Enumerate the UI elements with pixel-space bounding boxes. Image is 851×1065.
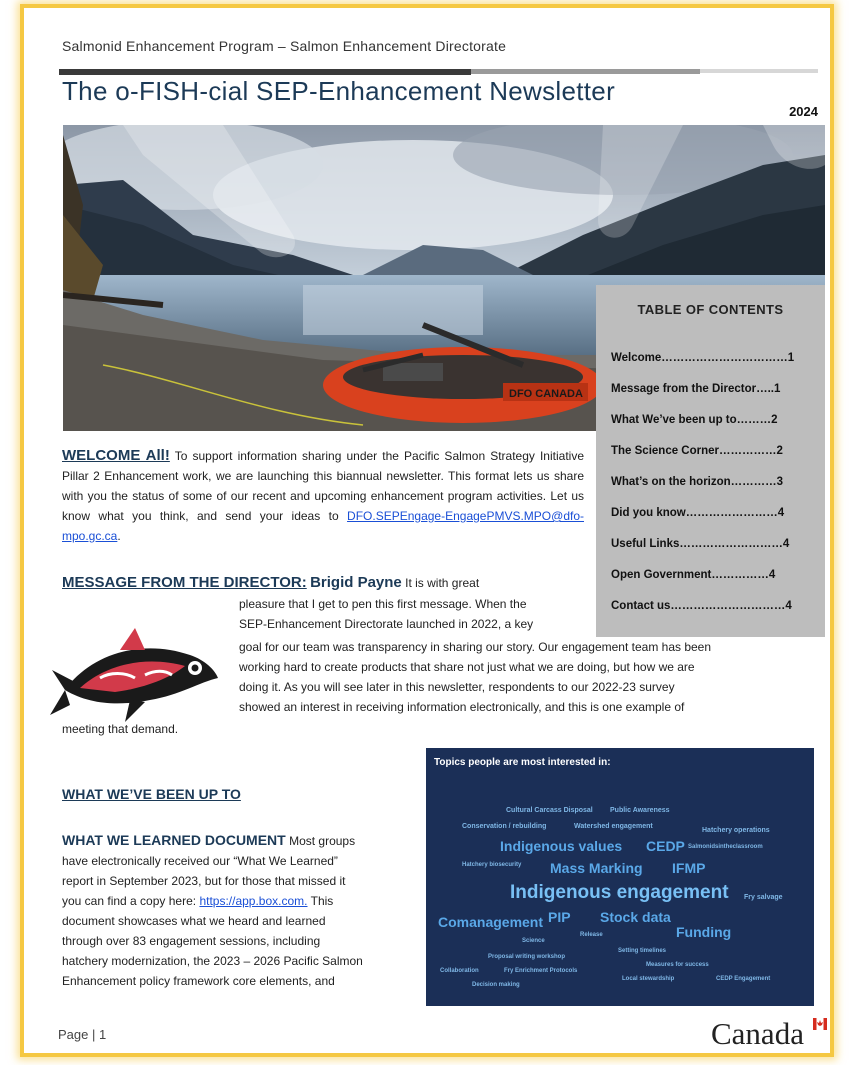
word-cloud-term: Collaboration bbox=[440, 968, 479, 974]
newsletter-title: The o-FISH-cial SEP-Enhancement Newslett… bbox=[62, 76, 616, 106]
word-cloud-term: Proposal writing workshop bbox=[488, 954, 566, 960]
svg-text:DFO CANADA: DFO CANADA bbox=[509, 388, 583, 400]
box-link[interactable]: https://app.box.com. bbox=[199, 894, 307, 908]
director-name: Brigid Payne bbox=[310, 574, 402, 591]
director-line-6: showed an interest in receiving informat… bbox=[239, 700, 685, 714]
word-cloud-term: Decision making bbox=[472, 982, 520, 988]
up-to-line-5: document showcases what we heard and lea… bbox=[62, 914, 326, 928]
word-cloud-term: CEDP bbox=[646, 838, 685, 854]
up-to-line-2: report in September 2023, but for those … bbox=[62, 874, 346, 888]
up-to-line-7: hatchery modernization, the 2023 – 2026 … bbox=[62, 954, 363, 968]
toc-item-useful-links[interactable]: Useful Links………………………4 bbox=[611, 538, 811, 550]
word-cloud-title: Topics people are most interested in: bbox=[434, 757, 611, 768]
word-cloud-term: Cultural Carcass Disposal bbox=[506, 807, 593, 814]
word-cloud-term: Comanagement bbox=[438, 914, 544, 930]
canada-wordmark: Canada bbox=[711, 1016, 827, 1052]
welcome-heading: WELCOME All! bbox=[62, 447, 170, 464]
director-line-7: meeting that demand. bbox=[62, 722, 179, 736]
toc-item-up-to[interactable]: What We’ve been up to………2 bbox=[611, 414, 811, 426]
header-rule-dark bbox=[59, 69, 471, 75]
word-cloud-term: Local stewardship bbox=[622, 976, 675, 982]
page-number: Page | 1 bbox=[58, 1027, 107, 1042]
program-subtitle: Salmonid Enhancement Program – Salmon En… bbox=[62, 38, 507, 54]
up-to-line-0-row: WHAT WE LEARNED DOCUMENT Most groups bbox=[62, 830, 409, 851]
word-cloud-term: Release bbox=[580, 932, 603, 938]
up-to-line-4: This bbox=[310, 894, 334, 908]
director-line-0: It is with great bbox=[405, 576, 480, 590]
up-to-heading: WHAT WE’VE BEEN UP TO bbox=[62, 786, 241, 802]
word-cloud-term: Funding bbox=[676, 924, 732, 940]
toc-item-director[interactable]: Message from the Director…..1 bbox=[611, 383, 811, 395]
director-line-5: doing it. As you will see later in this … bbox=[239, 680, 675, 694]
director-line-2: SEP-Enhancement Directorate launched in … bbox=[239, 617, 534, 631]
learned-doc-heading: WHAT WE LEARNED DOCUMENT bbox=[62, 832, 286, 848]
up-to-line-8: Enhancement policy framework core elemen… bbox=[62, 974, 335, 988]
word-cloud-term: Hatchery operations bbox=[702, 827, 770, 834]
canada-wordmark-text: Canada bbox=[711, 1016, 804, 1051]
canada-flag-icon bbox=[813, 1018, 827, 1030]
table-of-contents: TABLE OF CONTENTS Welcome……………………………1 Me… bbox=[596, 285, 825, 637]
word-cloud-term: Stock data bbox=[600, 909, 671, 925]
up-to-line-1: have electronically received our “What W… bbox=[62, 854, 338, 868]
toc-item-science[interactable]: The Science Corner……………2 bbox=[611, 445, 811, 457]
word-cloud-term: Public Awareness bbox=[610, 807, 670, 814]
header-rule-mid bbox=[471, 69, 700, 74]
director-line-4: working hard to create products that sha… bbox=[239, 660, 695, 674]
newsletter-year: 2024 bbox=[789, 104, 818, 119]
topics-word-cloud: Topics people are most interested in: Cu… bbox=[426, 748, 814, 1006]
director-line-1: pleasure that I get to pen this first me… bbox=[239, 597, 527, 611]
word-cloud-term: Setting timelines bbox=[618, 948, 667, 954]
word-cloud-term: CEDP Engagement bbox=[716, 976, 771, 982]
toc-item-contact[interactable]: Contact us…………………………4 bbox=[611, 600, 811, 612]
word-cloud-term: Indigenous values bbox=[500, 838, 623, 854]
word-cloud-term: Conservation / rebuilding bbox=[462, 823, 547, 830]
word-cloud-term: Watershed engagement bbox=[574, 823, 653, 830]
toc-item-did-you-know[interactable]: Did you know……………………4 bbox=[611, 507, 811, 519]
word-cloud-term: Science bbox=[522, 938, 545, 944]
word-cloud-term: Salmonidsintheclassroom bbox=[688, 844, 763, 850]
welcome-section: WELCOME All! To support information shar… bbox=[62, 447, 584, 543]
word-cloud-term: Fry salvage bbox=[744, 894, 783, 901]
word-cloud-term: IFMP bbox=[672, 860, 706, 876]
up-to-line-6: through over 83 engagement sessions, inc… bbox=[62, 934, 321, 948]
director-heading-line: MESSAGE FROM THE DIRECTOR: Brigid Payne … bbox=[62, 573, 586, 593]
salmon-artwork bbox=[50, 620, 220, 725]
word-cloud-term: Mass Marking bbox=[550, 860, 643, 876]
director-heading: MESSAGE FROM THE DIRECTOR: bbox=[62, 574, 307, 591]
toc-heading: TABLE OF CONTENTS bbox=[637, 302, 784, 317]
up-to-line-3-row: you can find a copy here: https://app.bo… bbox=[62, 891, 409, 911]
word-cloud-term: Hatchery biosecurity bbox=[462, 862, 522, 868]
newsletter-page: Salmonid Enhancement Program – Salmon En… bbox=[40, 20, 827, 1052]
header-rule-light bbox=[700, 69, 818, 73]
up-to-line-3: you can find a copy here: bbox=[62, 894, 197, 908]
word-cloud-term: Fry Enrichment Protocols bbox=[504, 968, 578, 974]
word-cloud-term: PIP bbox=[548, 909, 571, 925]
director-line-3: goal for our team was transparency in sh… bbox=[239, 640, 712, 654]
salmon-icon bbox=[50, 628, 218, 722]
toc-item-welcome[interactable]: Welcome……………………………1 bbox=[611, 352, 811, 364]
word-cloud-term: Measures for success bbox=[646, 962, 709, 968]
toc-item-open-government[interactable]: Open Government……………4 bbox=[611, 569, 811, 581]
word-cloud-term: Indigenous engagement bbox=[510, 882, 729, 903]
up-to-line-0: Most groups bbox=[289, 834, 356, 848]
toc-item-horizon[interactable]: What’s on the horizon…………3 bbox=[611, 476, 811, 488]
